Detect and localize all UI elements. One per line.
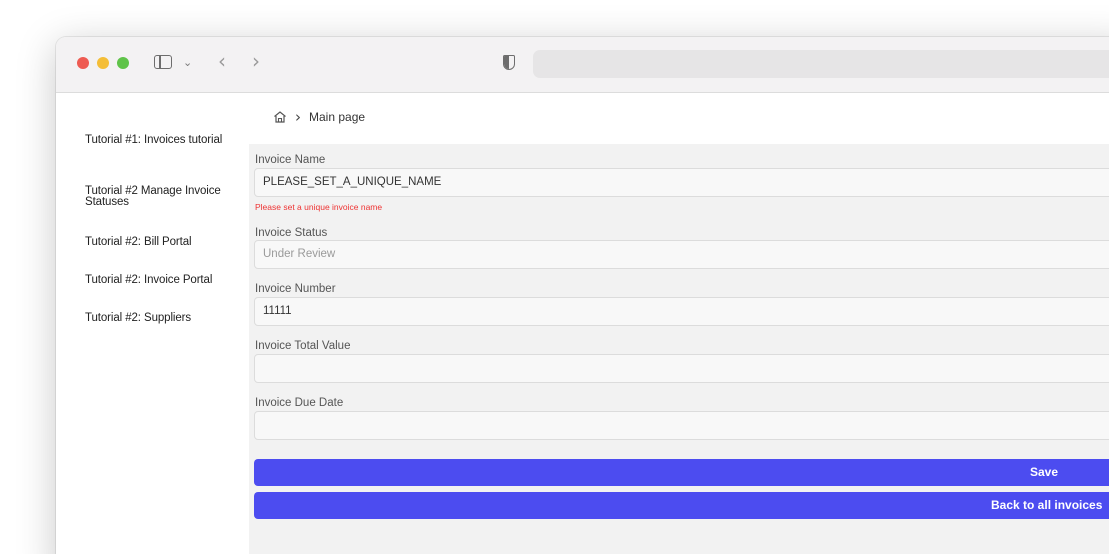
- privacy-shield-icon[interactable]: [503, 55, 515, 70]
- chevron-right-icon: ›: [295, 108, 301, 126]
- forward-arrow-icon[interactable]: ›: [252, 51, 260, 71]
- back-button-label: Back to all invoices: [991, 498, 1103, 512]
- sidebar-item-invoice-portal[interactable]: Tutorial #2: Invoice Portal: [85, 274, 235, 286]
- back-arrow-icon[interactable]: ‹: [218, 51, 226, 71]
- invoice-status-input[interactable]: Under Review: [254, 240, 1109, 269]
- invoice-name-error: Please set a unique invoice name: [255, 202, 383, 212]
- breadcrumb-current[interactable]: Main page: [309, 110, 365, 124]
- breadcrumb: › Main page: [249, 93, 1109, 144]
- sidebar-item-manage-invoice-statuses[interactable]: Tutorial #2 Manage Invoice Statuses: [85, 185, 235, 208]
- browser-window: ⌄ ‹ › Tutorial #1: Invoices tutorial Tut…: [56, 37, 1109, 554]
- close-window-button[interactable]: [77, 57, 89, 69]
- main-content: › Main page Invoice Name PLEASE_SET_A_UN…: [249, 93, 1109, 554]
- back-to-all-invoices-button[interactable]: Back to all invoices: [254, 492, 1109, 519]
- sidebar-item-suppliers[interactable]: Tutorial #2: Suppliers: [85, 312, 235, 324]
- invoice-number-input[interactable]: 11111: [254, 297, 1109, 326]
- invoice-status-label: Invoice Status: [255, 227, 328, 239]
- tutorial-sidebar: Tutorial #1: Invoices tutorial Tutorial …: [56, 93, 249, 554]
- invoice-name-input[interactable]: PLEASE_SET_A_UNIQUE_NAME: [254, 168, 1109, 197]
- minimize-window-button[interactable]: [97, 57, 109, 69]
- invoice-total-value-label: Invoice Total Value: [255, 340, 351, 352]
- maximize-window-button[interactable]: [117, 57, 129, 69]
- invoice-due-date-label: Invoice Due Date: [255, 397, 344, 409]
- invoice-due-date-input[interactable]: [254, 411, 1109, 440]
- browser-titlebar: ⌄ ‹ ›: [56, 37, 1109, 93]
- save-button-label: Save: [1030, 465, 1059, 479]
- invoice-number-label: Invoice Number: [255, 283, 336, 295]
- home-icon[interactable]: [273, 110, 287, 124]
- chevron-down-icon[interactable]: ⌄: [183, 55, 192, 71]
- sidebar-item-bill-portal[interactable]: Tutorial #2: Bill Portal: [85, 236, 235, 248]
- sidebar-toggle-icon[interactable]: [154, 55, 172, 69]
- sidebar-item-invoices-tutorial[interactable]: Tutorial #1: Invoices tutorial: [85, 134, 235, 146]
- address-bar[interactable]: [533, 50, 1109, 78]
- invoice-name-label: Invoice Name: [255, 154, 326, 166]
- save-button[interactable]: Save: [254, 459, 1109, 486]
- invoice-total-value-input[interactable]: [254, 354, 1109, 383]
